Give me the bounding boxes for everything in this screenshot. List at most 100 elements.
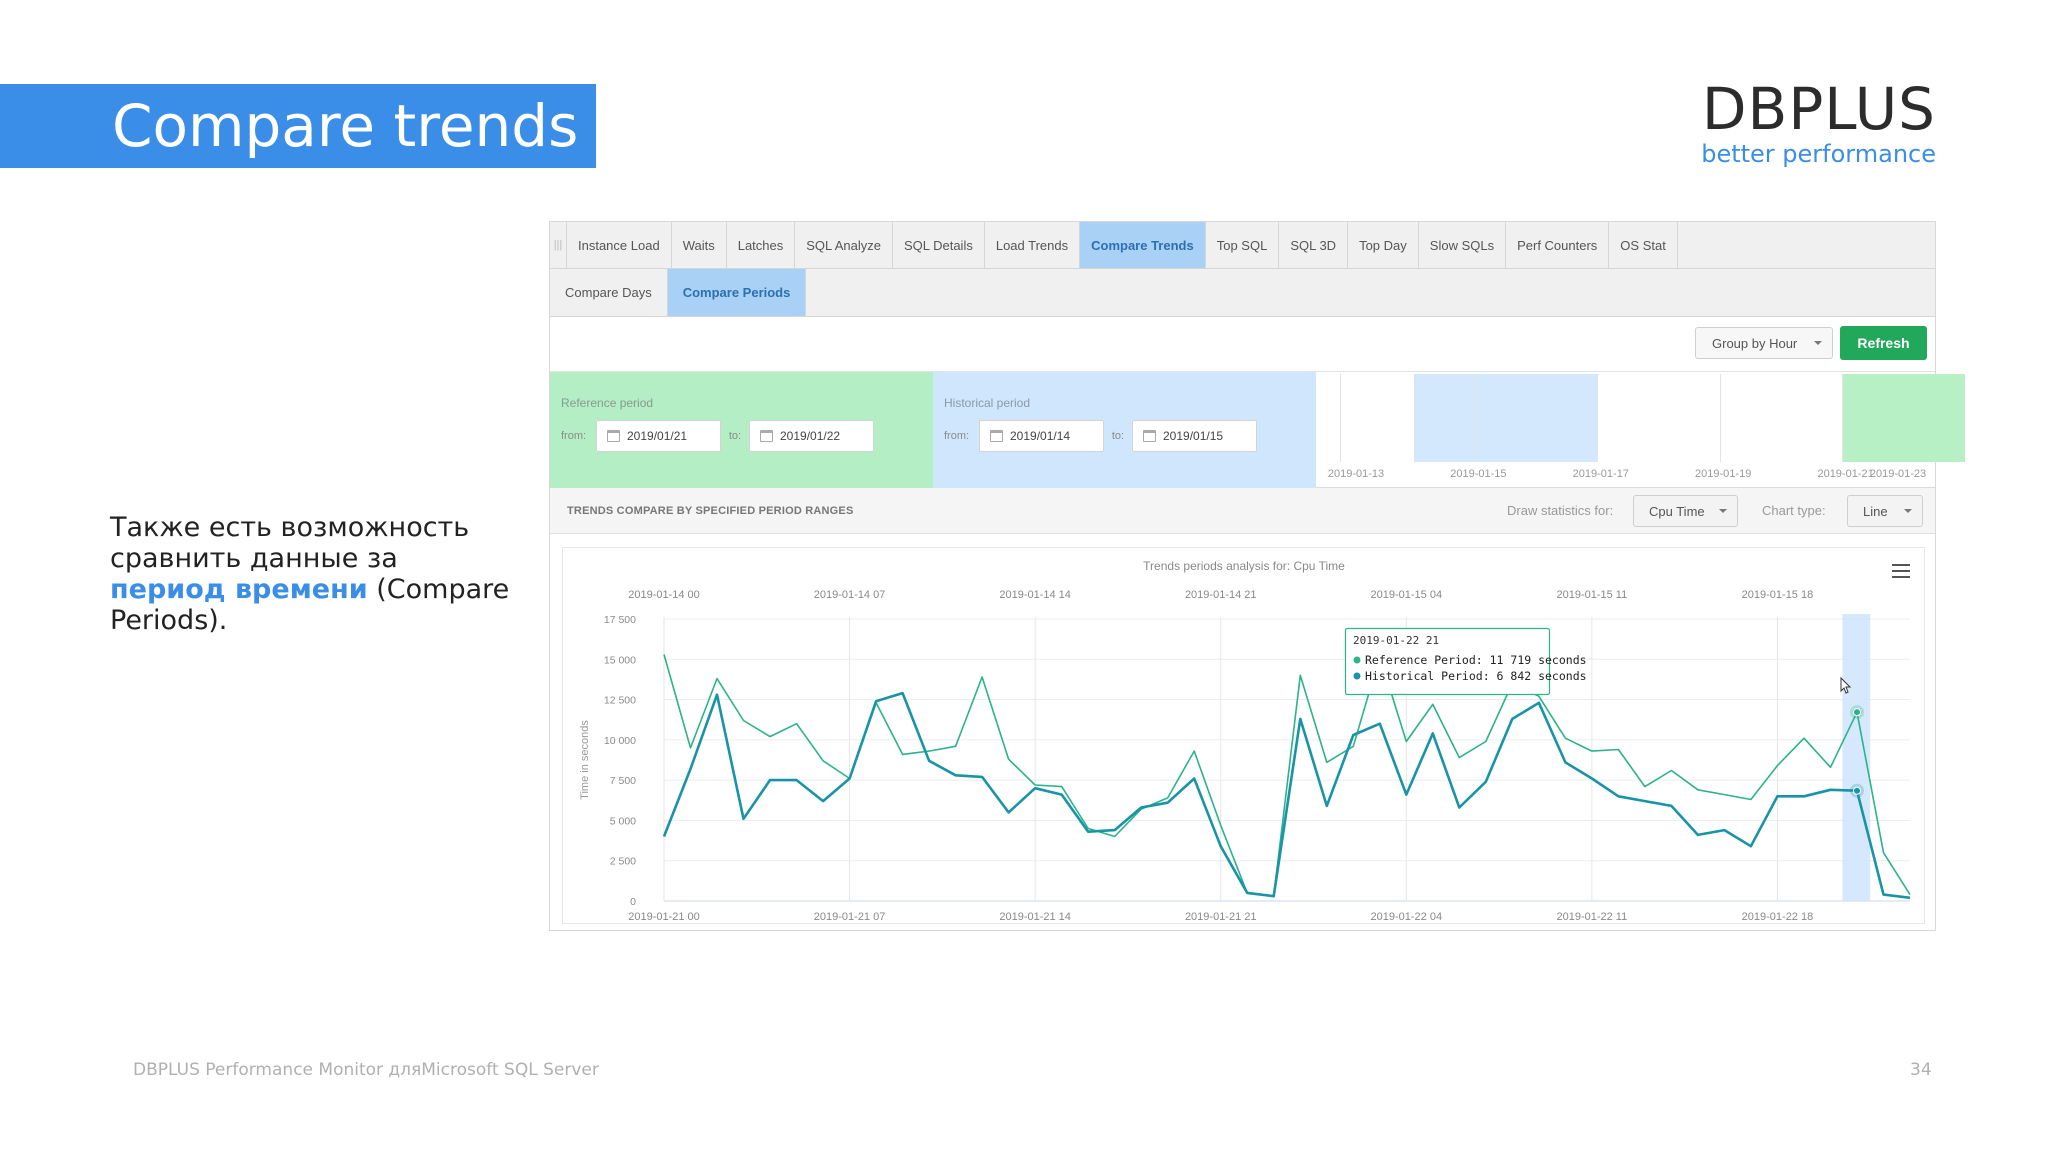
tab-top-sql[interactable]: Top SQL [1206,222,1280,268]
y-tick-label: 12 500 [604,695,636,707]
refresh-button[interactable]: Refresh [1840,326,1927,360]
x-bottom-tick-label: 2019-01-21 00 [628,911,700,923]
x-top-tick-label: 2019-01-15 11 [1556,589,1627,601]
reference-from-label: from: [561,430,587,442]
calendar-icon [990,430,1003,442]
timeline-label: 2019-01-17 [1572,468,1629,480]
subtab-compare-periods[interactable]: Compare Periods [667,269,807,316]
timeline-segment[interactable] [1340,374,1414,462]
tab-grip-icon[interactable]: ||| [550,222,567,268]
toolbar: Group by Hour Refresh [550,317,1935,372]
x-top-tick-label: 2019-01-15 04 [1371,589,1443,601]
timeline-day-divider [1475,374,1476,462]
sub-tabs: Compare Days Compare Periods [550,269,1935,317]
x-bottom-tick-label: 2019-01-21 07 [814,911,886,923]
reference-from-value: 2019/01/21 [627,429,688,443]
calendar-icon [1143,430,1156,442]
x-bottom-tick-label: 2019-01-22 18 [1742,911,1814,923]
timeline-label: 2019-01-19 [1695,468,1752,480]
reference-period-label: Reference period [561,396,654,410]
hover-marker [1852,708,1861,717]
tab-sql-3d[interactable]: SQL 3D [1279,222,1349,268]
dbplus-logo: DBPLUS better performance [1701,78,1936,168]
historical-from-input[interactable]: 2019/01/14 [979,420,1104,452]
calendar-icon [607,430,620,442]
timeline-segment[interactable] [1597,374,1720,462]
hamburger-menu-icon[interactable] [1892,564,1910,578]
historical-to-label: to: [1111,430,1125,442]
historical-to-value: 2019/01/15 [1163,429,1224,443]
period-timeline[interactable]: 2019-01-13 2019-01-15 2019-01-17 2019-01-19… [1322,372,1965,487]
trend-chart-container: Trends periods analysis for: Cpu Time 0 2 … [562,547,1925,924]
x-top-tick-label: 2019-01-15 18 [1742,589,1814,601]
draw-statistics-label: Draw statistics for: [1507,503,1614,518]
tab-compare-trends[interactable]: Compare Trends [1080,222,1206,268]
tab-perf-counters[interactable]: Perf Counters [1506,222,1610,268]
y-tick-label: 5 000 [610,815,636,827]
series-line-historical [662,691,1911,900]
chart-type-label: Chart type: [1762,503,1826,518]
tab-slow-sqls[interactable]: Slow SQLs [1419,222,1507,268]
historical-period-panel: Historical period from: 2019/01/14 to: 2… [933,372,1316,488]
timeline-segment[interactable] [1413,374,1598,462]
tab-latches[interactable]: Latches [727,222,796,268]
draw-statistics-value: Cpu Time [1649,503,1705,519]
x-top-tick-label: 2019-01-14 14 [999,589,1071,601]
reference-to-value: 2019/01/22 [780,429,841,443]
y-tick-label: 17 500 [604,614,636,626]
timeline-label: 2019-01-21 [1817,468,1874,480]
tooltip-date: 2019-01-22 21 [1353,634,1439,647]
timeline-label: 2019-01-23 [1869,468,1927,480]
group-by-dropdown[interactable]: Group by Hour [1695,327,1833,359]
reference-legend-dot [1353,656,1361,664]
page-number: 34 [1910,1060,1932,1080]
reference-to-label: to: [728,430,742,442]
group-by-value: Group by Hour [1712,335,1798,351]
reference-to-input[interactable]: 2019/01/22 [749,420,874,452]
chevron-down-icon [1814,341,1822,349]
app-window: ||| Instance Load Waits Latches SQL Anal… [549,221,1965,931]
description-highlight: период времени [110,574,368,605]
subtab-compare-days[interactable]: Compare Days [550,269,668,316]
timeline-label: 2019-01-13 [1327,468,1385,480]
chart-type-value: Line [1863,503,1888,519]
historical-period-label: Historical period [944,396,1031,410]
tooltip-reference: Reference Period: 11 719 seconds [1365,653,1587,667]
main-tabs: ||| Instance Load Waits Latches SQL Anal… [550,222,1935,269]
trend-chart[interactable]: Trends periods analysis for: Cpu Time 0 2 … [563,548,1924,923]
tab-instance-load[interactable]: Instance Load [567,222,672,268]
section-title: TRENDS COMPARE BY SPECIFIED PERIOD RANGE… [567,504,854,517]
timeline-segment[interactable] [1842,374,1965,462]
tab-waits[interactable]: Waits [672,222,727,268]
slide-description: Также есть возможность сравнить данные з… [110,512,510,636]
y-axis-title: Time in seconds [579,720,591,800]
x-bottom-tick-label: 2019-01-21 21 [1185,911,1257,923]
x-top-tick-label: 2019-01-14 21 [1185,589,1257,601]
y-tick-label: 2 500 [610,856,636,868]
y-tick-label: 15 000 [604,654,636,666]
x-bottom-tick-label: 2019-01-22 04 [1371,911,1443,923]
tab-load-trends[interactable]: Load Trends [985,222,1081,268]
tab-sql-analyze[interactable]: SQL Analyze [795,222,893,268]
chart-type-select[interactable]: Line [1847,495,1923,527]
tab-os-stat[interactable]: OS Stat [1609,222,1678,268]
footer-caption: DBPLUS Performance Monitor дляMicrosoft … [133,1060,599,1080]
y-tick-label: 0 [630,896,636,908]
tooltip-historical: Historical Period: 6 842 seconds [1365,669,1587,683]
historical-from-value: 2019/01/14 [1010,429,1071,443]
timeline-segment[interactable] [1719,374,1843,462]
draw-statistics-select[interactable]: Cpu Time [1633,495,1738,527]
calendar-icon [760,430,773,442]
reference-from-input[interactable]: 2019/01/21 [596,420,721,452]
x-bottom-tick-label: 2019-01-22 11 [1556,911,1627,923]
x-bottom-tick-label: 2019-01-21 14 [999,911,1071,923]
y-tick-label: 10 000 [604,735,636,747]
description-part-1: Также есть возможность сравнить данные з… [110,512,470,574]
historical-from-label: from: [944,430,970,442]
chevron-down-icon [1904,509,1912,517]
timeline-label: 2019-01-15 [1450,468,1507,480]
tab-top-day[interactable]: Top Day [1348,222,1419,268]
historical-to-input[interactable]: 2019/01/15 [1132,420,1257,452]
logo-name: DBPLUS [1701,75,1936,143]
tab-sql-details[interactable]: SQL Details [893,222,985,268]
